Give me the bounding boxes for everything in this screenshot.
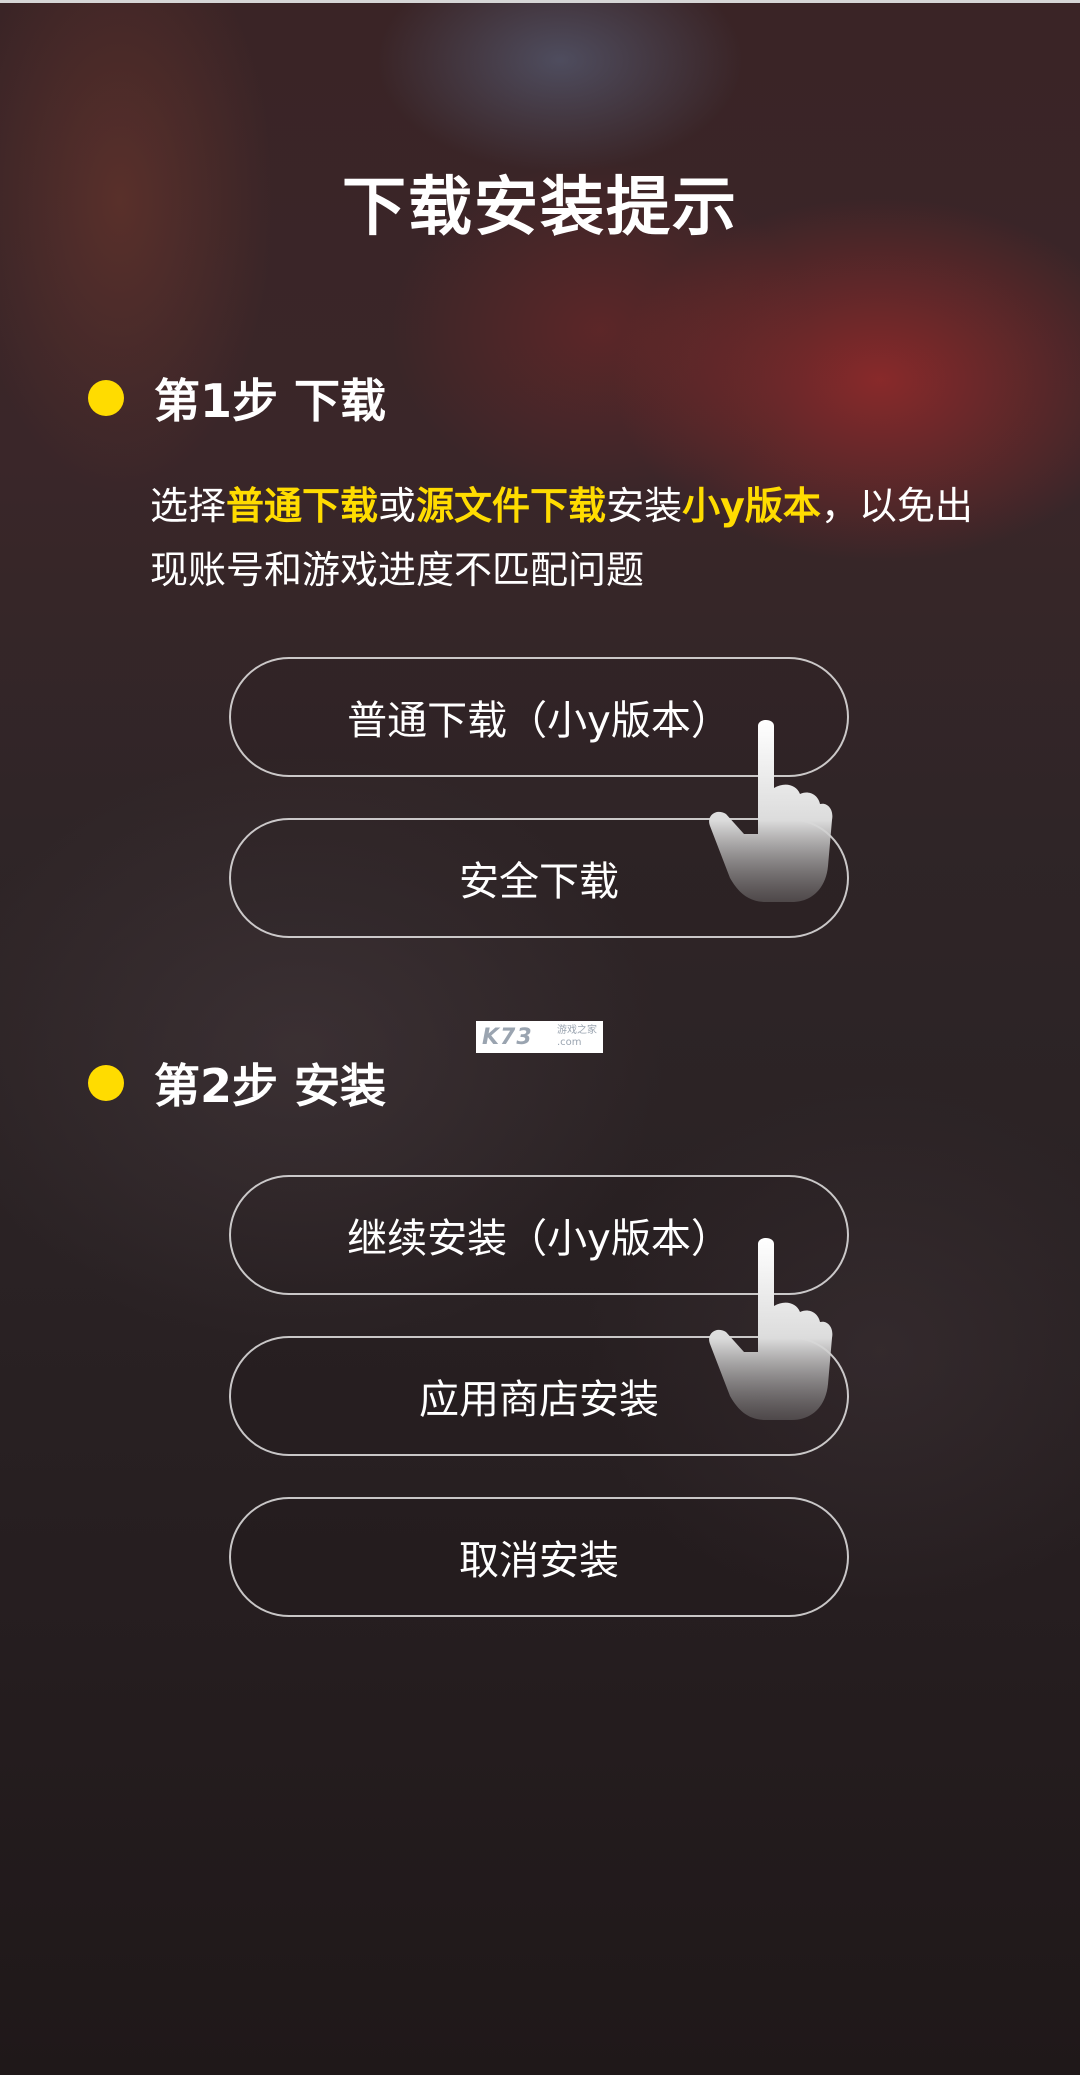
- cancel-install-button[interactable]: 取消安装: [229, 1497, 849, 1617]
- normal-download-label: 普通下载（小y版本）: [347, 698, 731, 744]
- step1-title: 第1步 下载: [154, 374, 387, 428]
- desc-highlight-normal-download: 普通下载: [226, 484, 379, 528]
- watermark-line2: .com: [557, 1037, 582, 1048]
- step1-header: 第1步 下载: [88, 363, 386, 433]
- tap-hand-icon: [709, 720, 833, 902]
- app-store-install-label: 应用商店安装: [419, 1377, 659, 1423]
- cancel-install-label: 取消安装: [459, 1538, 619, 1584]
- tap-hand-icon: [709, 1238, 833, 1420]
- watermark-line1: 游戏之家: [557, 1025, 597, 1036]
- step2-title: 第2步 安装: [154, 1059, 387, 1113]
- watermark-logo: K73 游戏之家 .com: [476, 1021, 603, 1053]
- desc-highlight-version: 小y版本: [682, 484, 821, 528]
- step1-description: 选择普通下载或源文件下载安装小y版本，以免出现账号和游戏进度不匹配问题: [150, 474, 1000, 602]
- page-title: 下载安装提示: [342, 171, 738, 245]
- desc-text-2: 或: [378, 484, 417, 528]
- step2-header: 第2步 安装: [88, 1048, 386, 1118]
- watermark-mark: K73: [482, 1024, 533, 1050]
- safe-download-label: 安全下载: [459, 859, 619, 905]
- watermark-sub: 游戏之家 .com: [557, 1025, 597, 1049]
- step1-dot-icon: [88, 380, 124, 416]
- desc-highlight-source-download: 源文件下载: [416, 484, 607, 528]
- desc-text-1: 选择: [150, 484, 227, 528]
- step2-dot-icon: [88, 1065, 124, 1101]
- continue-install-label: 继续安装（小y版本）: [347, 1216, 731, 1262]
- desc-text-3: 安装: [606, 484, 683, 528]
- top-border: [0, 0, 1080, 3]
